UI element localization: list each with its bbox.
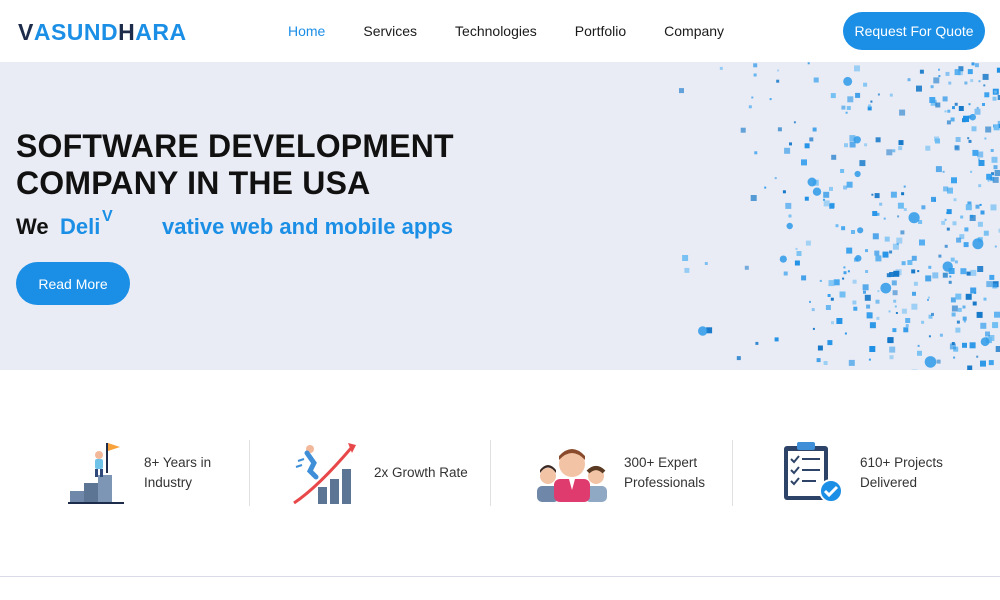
stat-years-label: 8+ Years in Industry (144, 455, 212, 490)
read-more-button[interactable]: Read More (16, 262, 130, 305)
logo-v: V (18, 18, 34, 45)
hero-sub-rest: vative web and mobile apps (162, 214, 453, 239)
site-header: V ASUND H ARA Home Services Technologies… (0, 0, 1000, 62)
hero-sub-we: We (16, 214, 49, 239)
request-quote-button[interactable]: Request For Quote (843, 12, 985, 50)
stat-divider (490, 440, 491, 506)
hero-subtitle: We Deli V vative web and mobile apps (16, 208, 453, 244)
stat-growth: 2x Growth Rate (292, 440, 468, 506)
stat-projects: 610+ Projects Delivered (782, 440, 943, 506)
team-icon (537, 449, 607, 502)
nav-company[interactable]: Company (664, 23, 724, 39)
stat-team-label: 300+ Expert Professionals (624, 455, 706, 490)
stat-team: 300+ Expert Professionals (536, 440, 705, 506)
years-icon (68, 443, 124, 504)
nav-home[interactable]: Home (288, 23, 325, 39)
stat-divider (732, 440, 733, 506)
stat-growth-label: 2x Growth Rate (374, 465, 468, 480)
hero-sub-typed: Deli (60, 214, 101, 239)
logo-text-asund: ASUND (33, 18, 119, 45)
section-divider-line (0, 576, 1000, 577)
stats-section: 8+ Years in Industry 2x Growth Rate 300+… (0, 370, 1000, 576)
nav-portfolio[interactable]: Portfolio (575, 23, 626, 39)
growth-icon (293, 443, 356, 505)
logo-text-ara: ARA (135, 18, 187, 45)
nav-technologies[interactable]: Technologies (455, 23, 537, 39)
hero-sub-cursor: V (102, 208, 113, 225)
hero-title-line1: SOFTWARE DEVELOPMENT (16, 128, 454, 164)
projects-icon (784, 442, 843, 503)
vasundhara-logo[interactable]: V ASUND H ARA (18, 18, 187, 46)
nav-services[interactable]: Services (363, 23, 417, 39)
stat-projects-label: 610+ Projects Delivered (860, 455, 943, 490)
hero-title-line2: COMPANY IN THE USA (16, 165, 371, 201)
logo-h: H (118, 18, 136, 45)
main-nav: Home Services Technologies Portfolio Com… (288, 0, 762, 62)
hero-banner: SOFTWARE DEVELOPMENT COMPANY IN THE USA … (0, 62, 1000, 370)
hero-title: SOFTWARE DEVELOPMENT COMPANY IN THE USA (16, 128, 496, 202)
stat-divider (249, 440, 250, 506)
stat-years: 8+ Years in Industry (68, 440, 211, 506)
pixel-tech-icons-art (679, 62, 1000, 370)
